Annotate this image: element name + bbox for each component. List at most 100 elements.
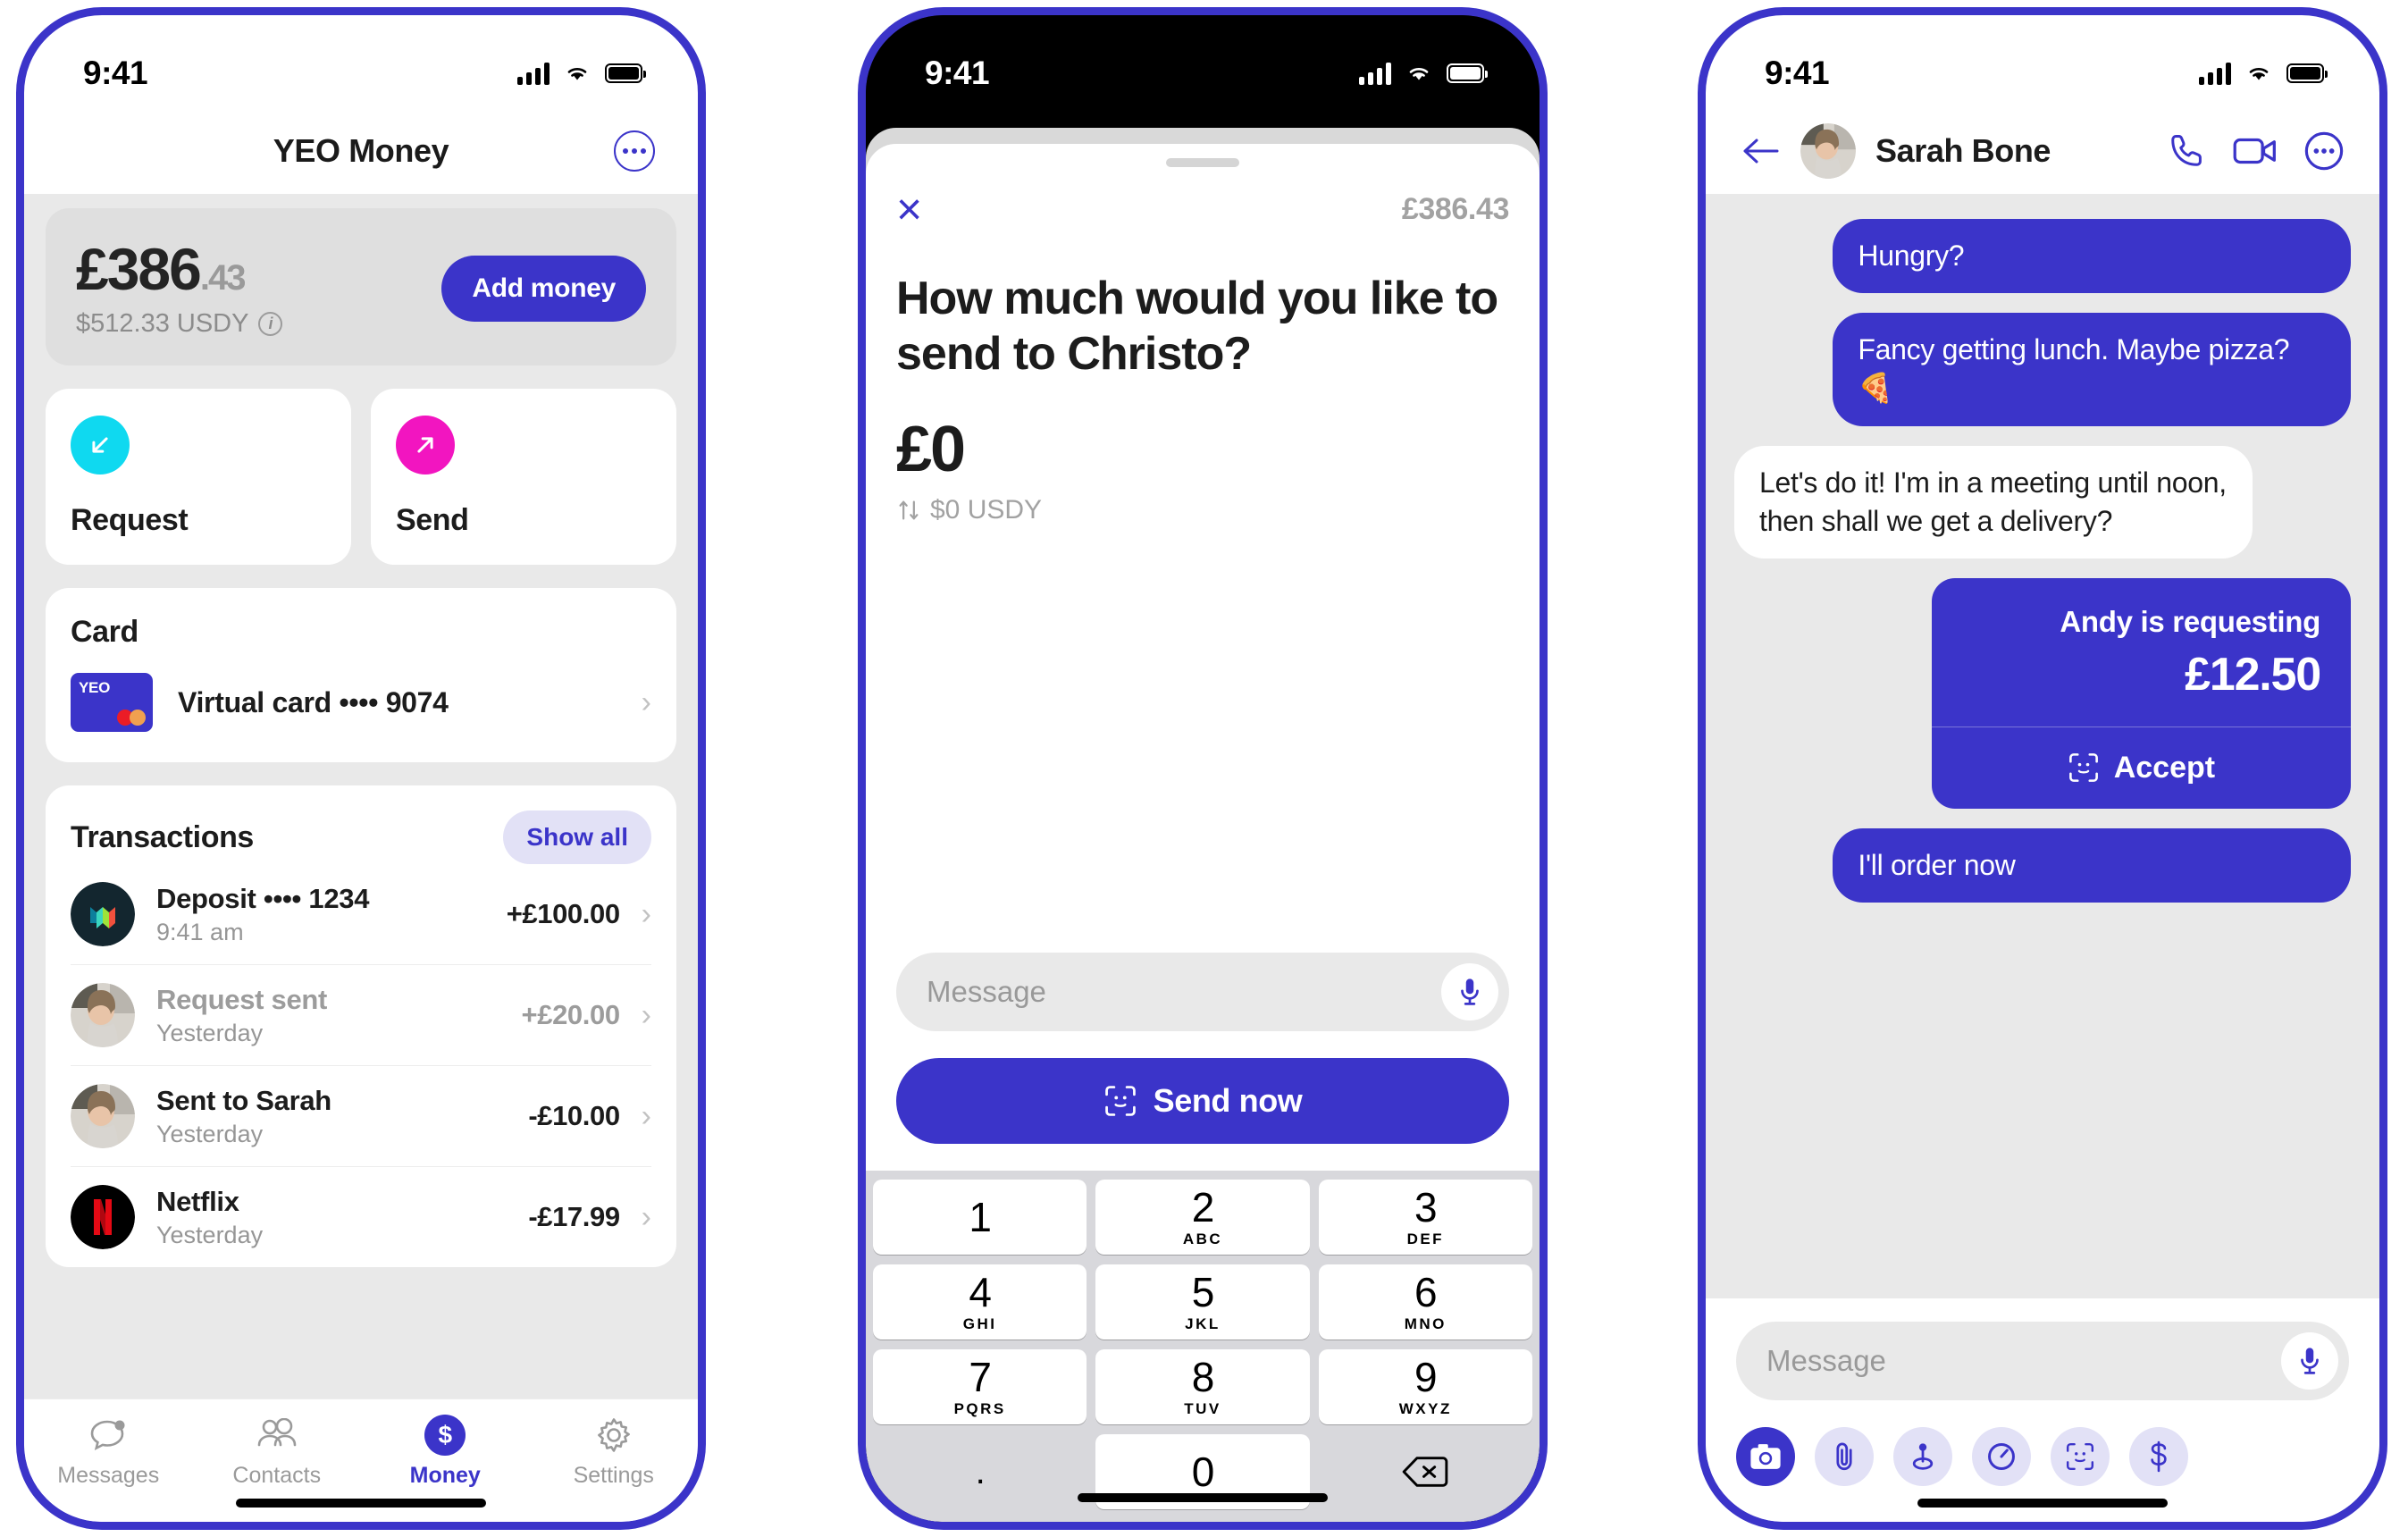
face-id-icon[interactable] [2051, 1427, 2110, 1486]
more-icon[interactable] [2304, 131, 2344, 171]
sidebar-item-money[interactable]: $ Money [361, 1415, 530, 1489]
add-money-button[interactable]: Add money [441, 256, 646, 323]
message-input-wrap [896, 953, 1509, 1031]
message-input[interactable] [1766, 1344, 2281, 1378]
chat-header: Sarah Bone [1706, 108, 2379, 194]
quick-actions: Request Send [46, 389, 676, 566]
numeric-keypad: 1 2 ABC 3 DEF 4 GHI 5 JKL 6 MNO 7 PQRS 8 TUV 9W… [866, 1171, 1540, 1522]
dollar-icon[interactable] [2129, 1427, 2188, 1486]
status-bar: 9:41 [1706, 15, 2379, 108]
send-now-label: Send now [1153, 1082, 1303, 1119]
key-5[interactable]: 5 JKL [1095, 1264, 1310, 1340]
table-row[interactable]: Netflix Yesterday -£17.99 › [71, 1167, 651, 1267]
battery-icon [605, 63, 646, 83]
message-input[interactable] [927, 975, 1441, 1009]
table-row[interactable]: Sent to Sarah Yesterday -£10.00 › [71, 1066, 651, 1168]
swap-icon [899, 500, 919, 520]
list-item: Let's do it! I'm in a meeting until noon… [1734, 445, 2253, 559]
video-camera-icon[interactable] [2233, 133, 2278, 169]
balance-amount: £386.43 [76, 236, 246, 302]
phone-icon[interactable] [2167, 131, 2206, 171]
key-decimal[interactable]: . [873, 1434, 1087, 1509]
backspace-icon[interactable] [1319, 1434, 1532, 1509]
card-section: Card YEO Virtual card •••• 9074 › [46, 588, 676, 763]
face-id-icon [1104, 1086, 1136, 1116]
sidebar-item-settings[interactable]: Settings [530, 1415, 699, 1489]
paperclip-icon[interactable] [1815, 1427, 1874, 1486]
request-title: Andy is requesting [2060, 604, 2320, 638]
composer-toolbar [1736, 1427, 2349, 1486]
table-row[interactable]: Deposit •••• 1234 9:41 am +£100.00 › [71, 864, 651, 966]
request-action-label: Request [71, 503, 189, 538]
sidebar-item-label: Messages [57, 1463, 160, 1488]
key-6[interactable]: 6 MNO [1318, 1264, 1532, 1340]
home-indicator [1917, 1499, 2168, 1508]
yeo-logo: YEO [79, 679, 111, 697]
phone-send-money: 9:41 × £386.43 How much would you like t… [858, 7, 1548, 1530]
prompt-title: How much would you like to send to Chris… [896, 273, 1498, 381]
location-pin-icon[interactable] [1893, 1427, 1952, 1486]
converted-amount: $0 USDY [866, 486, 1540, 525]
status-time: 9:41 [1765, 55, 1830, 91]
transaction-amount: -£17.99 [528, 1201, 620, 1233]
sidebar-item-label: Money [409, 1463, 481, 1488]
monzo-logo-avatar [71, 882, 135, 947]
dollar-icon: $ [424, 1415, 466, 1456]
gear-icon [595, 1415, 633, 1455]
more-icon[interactable] [614, 130, 655, 172]
available-balance: £386.43 [1401, 191, 1510, 226]
virtual-card-row[interactable]: YEO Virtual card •••• 9074 › [71, 673, 651, 733]
cellular-signal-icon [517, 62, 550, 85]
avatar[interactable] [1800, 123, 1856, 179]
transaction-name: Sent to Sarah [156, 1084, 331, 1116]
send-now-button[interactable]: Send now [896, 1058, 1509, 1144]
cellular-signal-icon [2199, 62, 2231, 85]
info-icon[interactable]: i [258, 312, 283, 337]
page-title: YEO Money [273, 132, 449, 169]
request-action-card[interactable]: Request [46, 389, 351, 566]
key-4[interactable]: 4 GHI [873, 1264, 1087, 1340]
microphone-icon[interactable] [1441, 963, 1498, 1020]
close-icon[interactable]: × [896, 187, 922, 231]
key-3[interactable]: 3 DEF [1318, 1180, 1532, 1255]
key-8[interactable]: 8 TUV [1095, 1349, 1310, 1424]
sheet-grabber[interactable] [1166, 158, 1239, 167]
phone-chat: 9:41 Sarah Bone Hungry? Fancy getting lu… [1698, 7, 2387, 1530]
message-input-wrap [1736, 1322, 2349, 1400]
status-bar: 9:41 [24, 15, 698, 108]
transaction-amount: -£10.00 [528, 1100, 620, 1132]
key-7[interactable]: 7 PQRS [873, 1349, 1087, 1424]
accept-button[interactable]: Accept [1931, 726, 2351, 809]
payment-request-card: Andy is requesting £12.50 Accept [1931, 577, 2351, 809]
table-row[interactable]: Request sent Yesterday +£20.00 › [71, 965, 651, 1067]
transaction-date: 9:41 am [156, 918, 244, 945]
send-action-label: Send [396, 503, 469, 538]
send-action-card[interactable]: Send [371, 389, 676, 566]
key-1[interactable]: 1 [873, 1180, 1087, 1255]
back-arrow-icon[interactable] [1741, 135, 1781, 167]
status-time: 9:41 [83, 55, 148, 91]
sidebar-item-messages[interactable]: Messages [24, 1415, 193, 1489]
transaction-date: Yesterday [156, 1120, 264, 1147]
timer-icon[interactable] [1972, 1427, 2031, 1486]
request-amount: £12.50 [2185, 648, 2321, 701]
chat-bubble-icon [89, 1415, 127, 1455]
chevron-right-icon: › [641, 1199, 651, 1234]
key-9[interactable]: 9 WXYZ [1318, 1349, 1532, 1424]
cellular-signal-icon [1359, 62, 1391, 85]
face-id-icon [2068, 753, 2098, 783]
netflix-logo-avatar [71, 1185, 135, 1250]
sidebar-item-contacts[interactable]: Contacts [193, 1415, 362, 1489]
microphone-icon[interactable] [2281, 1332, 2338, 1390]
wifi-icon [1409, 68, 1429, 80]
card-section-heading: Card [71, 615, 138, 650]
send-money-sheet: × £386.43 How much would you like to sen… [866, 128, 1540, 1522]
show-all-button[interactable]: Show all [503, 810, 651, 865]
camera-icon[interactable] [1736, 1427, 1795, 1486]
transaction-name: Netflix [156, 1185, 239, 1217]
people-icon [256, 1415, 298, 1455]
wifi-icon [567, 68, 587, 80]
key-2[interactable]: 2 ABC [1095, 1180, 1310, 1255]
list-item: Hungry? [1833, 219, 2351, 294]
avatar [71, 983, 135, 1048]
